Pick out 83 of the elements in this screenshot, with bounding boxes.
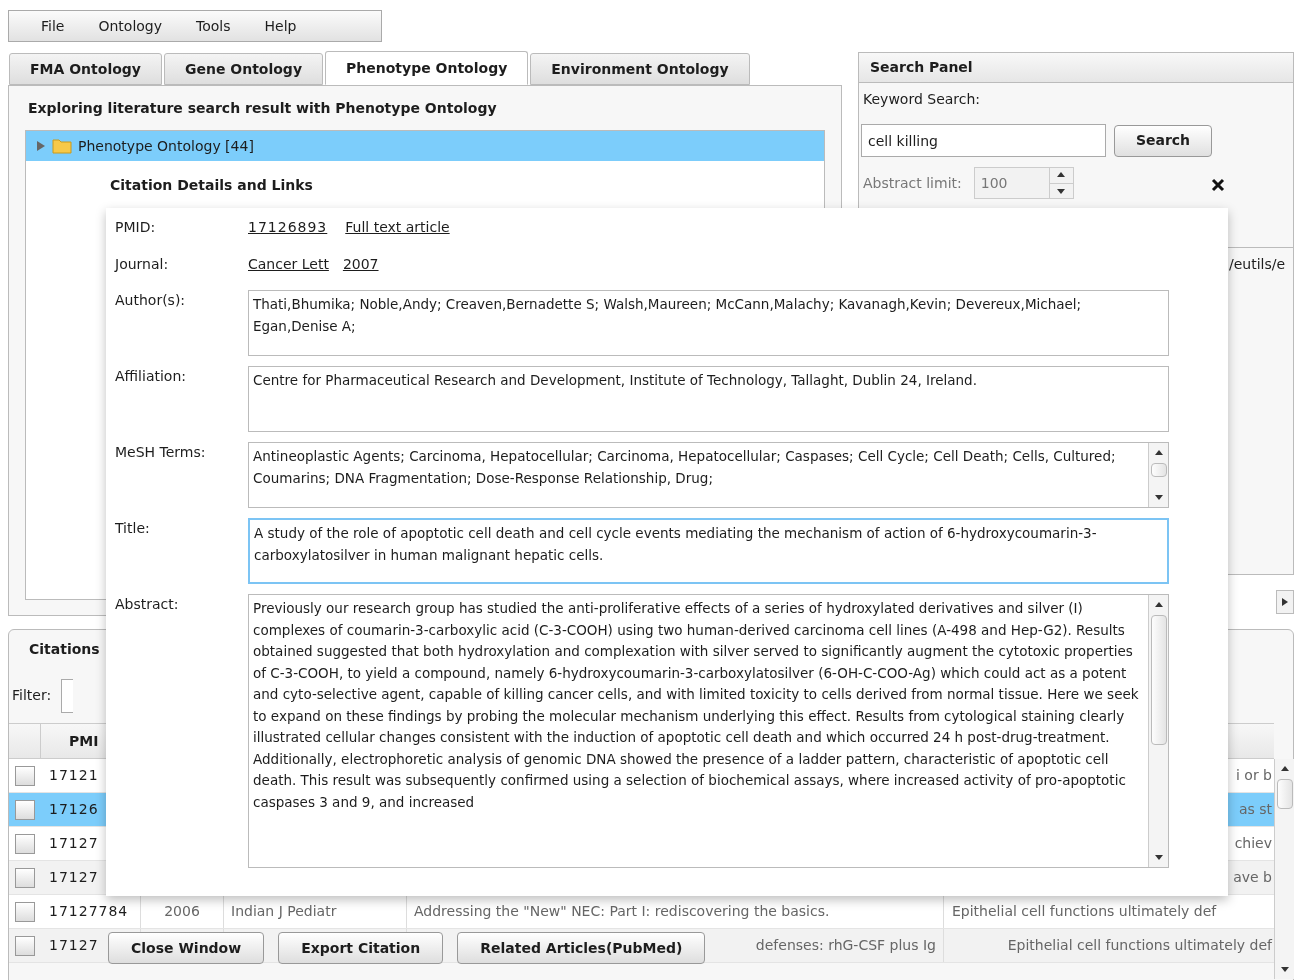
table-cell-text: chiev bbox=[1234, 834, 1272, 853]
field-label: Affiliation: bbox=[115, 368, 186, 384]
scroll-up-icon[interactable] bbox=[1153, 600, 1164, 610]
text-area[interactable] bbox=[248, 594, 1169, 868]
pmid-link[interactable]: 17126893 bbox=[248, 216, 328, 238]
text-area[interactable]: Thati,Bhumika; Noble,Andy; Creaven,Bernadette S; Walsh,Maureen; McCann,Malachy; Kavanagh,Kevin; Devereux,Michael; Egan,Denise A; bbox=[248, 290, 1169, 356]
menu-item[interactable]: Tools bbox=[196, 15, 231, 37]
table-cell-text: defenses: rhG-CSF plus Ig bbox=[755, 936, 936, 955]
keyword-label: Keyword Search: bbox=[862, 90, 982, 109]
keyword-field[interactable]: cell killing bbox=[861, 124, 1106, 157]
table-cell-text: 17127784 bbox=[49, 902, 129, 921]
year-link[interactable]: 2007 bbox=[342, 253, 379, 275]
table-cell-text: 17127 bbox=[49, 834, 99, 853]
expand-arrow-icon[interactable] bbox=[36, 141, 46, 151]
scroll-thumb[interactable] bbox=[1150, 463, 1167, 477]
field-label: Title: bbox=[115, 520, 150, 536]
menu-item[interactable]: File bbox=[41, 15, 65, 37]
dialog-title: Citation Details and Links bbox=[110, 175, 313, 195]
scroll-up-icon[interactable] bbox=[1153, 448, 1164, 458]
text-area-content: Thati,Bhumika; Noble,Andy; Creaven,Bernadette S; Walsh,Maureen; McCann,Malachy; Kavanagh,Kevin; Devereux,Michael; Egan,Denise A; bbox=[253, 295, 1083, 336]
scroll-thumb[interactable] bbox=[1276, 779, 1293, 809]
table-cell-text: Epithelial cell functions ultimately def bbox=[952, 902, 1217, 921]
full-text-link[interactable]: Full text article bbox=[345, 216, 450, 238]
scroll-right-icon[interactable] bbox=[1280, 597, 1290, 607]
field-label: Journal: bbox=[115, 254, 170, 274]
table-cell-text: ave b bbox=[1233, 868, 1272, 887]
scroll-up-icon[interactable] bbox=[1279, 764, 1290, 774]
search-button[interactable]: Search bbox=[1114, 124, 1212, 157]
folder-icon bbox=[52, 138, 72, 154]
row-checkbox[interactable] bbox=[15, 935, 35, 956]
tab[interactable]: Phenotype Ontology bbox=[325, 51, 529, 85]
table-cell-text: 17126 bbox=[49, 800, 99, 819]
filter-label: Filter: bbox=[12, 686, 52, 705]
table-cell-text: Epithelial cell functions ultimately def bbox=[1007, 936, 1272, 955]
scroll-right-button[interactable] bbox=[1276, 590, 1294, 614]
table-cell-text: as st bbox=[1238, 800, 1272, 819]
tree-node[interactable]: Phenotype Ontology [44] bbox=[26, 131, 824, 161]
text-area-content: Antineoplastic Agents; Carcinoma, Hepatocellular; Carcinoma, Hepatocellular; Caspases; Cell Cycle; Cell Death; Cells, Cultured; Coumarins; DNA Fragmentation; Dose-Response Relationship, Drug; bbox=[253, 447, 1117, 488]
scrollbar[interactable] bbox=[1274, 759, 1294, 979]
dialog-button[interactable]: Related Articles(PubMed) bbox=[457, 932, 706, 964]
text-area-content: Previously our research group has studied the anti-proliferative effects of a series of hydroxylated derivatives and silver (I) complexes of coumarin-3-carboxylic acid (C-3-COOH) using two human-derived carcinoma cell lines (A-498 and Hep-G2). Results obtained suggested that both hydroxylation and complexation with silver served to significantly augment the cytotoxic properties of C-3-COOH, to yield a compound, namely 6-hydroxycoumarin-3-carboxylatosilver (6-OH-C-COO-Ag) which could act as a potent and cyto-selective agent, capable of killing cancer cells, and with limited toxicity to cells derived from normal tissue. Here we seek to expand on these findings by probing the molecular mechanism underlying this effect. Results from cytological staining clearly illustrated cellular changes consistent with the induction of apoptotic cell death and which occurred 24 h post-drug-treatment. Additionally, electrophoretic analysis of genomic DNA showed the presence of a ladder pattern, characteristic of apoptotic cell death. This result was subsequently confirmed using a selection of biochemical assays, where increased activity of pro-apoptotic caspases 3 and 9, and increased bbox=[253, 599, 1140, 812]
field-label: Author(s): bbox=[115, 292, 186, 308]
scroll-thumb[interactable] bbox=[1150, 615, 1167, 745]
table-row[interactable]: 17127784 2006 Indian J Pediatr Addressing the "New" NEC: Part I: rediscovering the basics. Epithelial cell functions ultimately def bbox=[9, 895, 1274, 929]
panel-title: Citations bbox=[29, 639, 100, 659]
row-checkbox[interactable] bbox=[15, 833, 35, 854]
url-text: /eutils/e bbox=[1229, 255, 1286, 274]
text-area-content: A study of the role of apoptotic cell death and cell cycle events mediating the mechanism of action of 6-hydroxycoumarin-3-carboxylatosilver in human malignant hepatic cells. bbox=[254, 524, 1098, 565]
scrollbar[interactable] bbox=[1148, 595, 1168, 867]
field-label: MeSH Terms: bbox=[115, 444, 206, 460]
abstract-limit-label: Abstract limit: bbox=[863, 173, 962, 193]
abstract-limit-spinner[interactable]: 100 bbox=[973, 167, 1074, 199]
row-checkbox[interactable] bbox=[15, 765, 35, 786]
journal-link[interactable]: Cancer Lett bbox=[248, 253, 329, 275]
text-area-content: Centre for Pharmaceutical Research and Development, Institute of Technology, Tallaght, Dublin 24, Ireland. bbox=[253, 371, 978, 390]
table-cell-text: i or b bbox=[1236, 766, 1272, 785]
field-label: PMID: bbox=[115, 217, 157, 237]
row-checkbox[interactable] bbox=[15, 799, 35, 820]
row-checkbox[interactable] bbox=[15, 867, 35, 888]
close-icon[interactable] bbox=[1211, 178, 1225, 192]
filter-field[interactable] bbox=[61, 678, 74, 713]
scroll-down-icon[interactable] bbox=[1153, 492, 1164, 502]
table-cell-text: 17121 bbox=[49, 766, 99, 785]
menu-item[interactable]: Ontology bbox=[98, 15, 162, 37]
scroll-down-icon[interactable] bbox=[1279, 964, 1290, 974]
panel-title: Exploring literature search result with Phenotype Ontology bbox=[27, 98, 498, 118]
scrollbar[interactable] bbox=[1148, 443, 1168, 507]
tab[interactable]: FMA Ontology bbox=[9, 53, 162, 85]
text-area[interactable]: A study of the role of apoptotic cell death and cell cycle events mediating the mechanism of action of 6-hydroxycoumarin-3-carboxylatosilver in human malignant hepatic cells. bbox=[248, 518, 1169, 584]
dialog-button[interactable]: Export Citation bbox=[278, 932, 444, 964]
text-area[interactable]: Centre for Pharmaceutical Research and Development, Institute of Technology, Tallaght, Dublin 24, Ireland. bbox=[248, 366, 1169, 432]
dialog-button[interactable]: Close Window bbox=[108, 932, 265, 964]
table-cell-text: 17127 bbox=[49, 868, 99, 887]
table-cell-text: 2006 bbox=[164, 902, 200, 921]
tab[interactable]: Environment Ontology bbox=[530, 53, 750, 85]
text-area[interactable]: Antineoplastic Agents; Carcinoma, Hepatocellular; Carcinoma, Hepatocellular; Caspases; Cell Cycle; Cell Death; Cells, Cultured; Coumarins; DNA Fragmentation; Dose-Response Relationship, Drug; bbox=[248, 442, 1169, 508]
field-label: Abstract: bbox=[115, 596, 179, 612]
tab[interactable]: Gene Ontology bbox=[163, 53, 324, 85]
table-cell-text: Indian J Pediatr bbox=[231, 902, 337, 921]
table-cell-text: Addressing the "New" NEC: Part I: rediscovering the basics. bbox=[414, 902, 830, 921]
table-cell-text: 17127 bbox=[49, 936, 99, 955]
menu-item[interactable]: Help bbox=[264, 15, 297, 37]
row-checkbox[interactable] bbox=[15, 901, 35, 922]
